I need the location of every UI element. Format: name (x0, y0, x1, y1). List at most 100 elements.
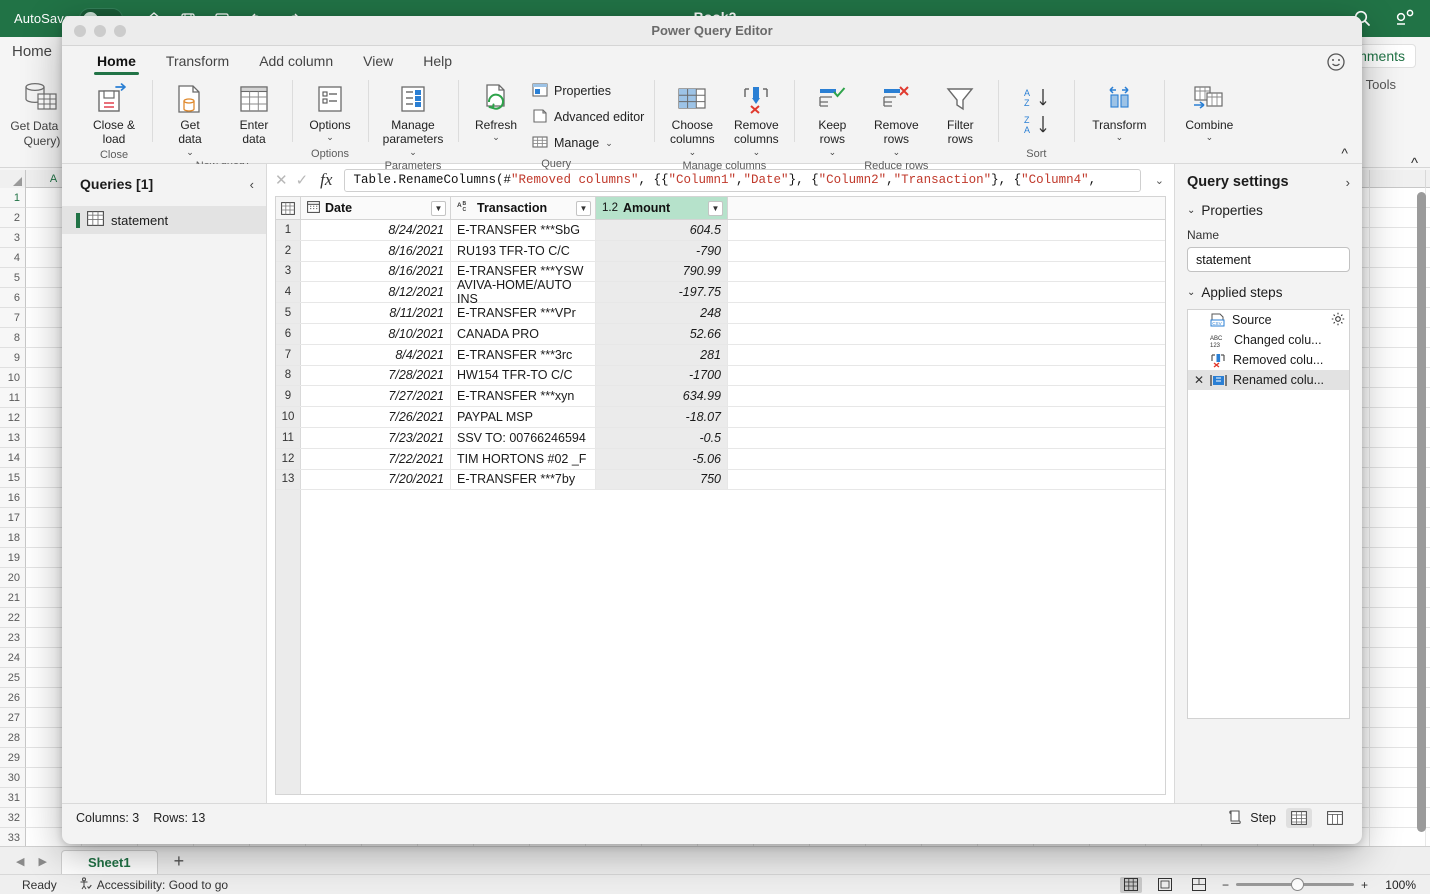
excel-row-header[interactable]: 14 (0, 448, 26, 468)
applied-step-2[interactable]: ABC 123 Changed colu... (1188, 330, 1349, 350)
status-accessibility[interactable]: Accessibility: Good to go (79, 876, 228, 893)
row-index[interactable]: 12 (276, 448, 301, 469)
excel-row-header[interactable]: 4 (0, 248, 26, 268)
chevron-down-icon[interactable]: ⌄ (605, 138, 613, 149)
options-button[interactable]: Options ⌄ (298, 76, 362, 143)
query-name-input[interactable]: statement (1187, 247, 1350, 272)
excel-row-header[interactable]: 29 (0, 748, 26, 768)
pq-ribbon-collapse-icon[interactable]: ^ (1341, 145, 1348, 161)
row-index[interactable]: 13 (276, 469, 301, 490)
excel-row-header[interactable]: 23 (0, 628, 26, 648)
manage-parameters-button[interactable]: Manage parameters ⌄ (374, 76, 452, 158)
transform-button[interactable]: Transform ⌄ (1080, 76, 1158, 143)
pq-tab-home[interactable]: Home (84, 50, 149, 75)
pq-tab-view[interactable]: View (350, 50, 406, 73)
chevron-left-icon[interactable]: ‹ (250, 177, 254, 192)
zoom-percentage[interactable]: 100% (1380, 878, 1416, 892)
manage-button[interactable]: Manage ⌄ (528, 130, 648, 156)
chevron-down-icon[interactable]: ⌄ (753, 147, 761, 158)
close-and-load-button[interactable]: Close & load (82, 76, 146, 147)
pq-tab-help[interactable]: Help (410, 50, 465, 73)
zoom-track[interactable] (1235, 878, 1354, 891)
column-filter-dropdown-transaction[interactable]: ▼ (576, 200, 591, 216)
row-index[interactable]: 11 (276, 427, 301, 448)
excel-row-header[interactable]: 32 (0, 808, 26, 828)
table-row[interactable]: 3 8/16/2021 E-TRANSFER ***YSW 790.99 (276, 261, 1165, 283)
feedback-smiley-icon[interactable] (1326, 52, 1346, 72)
row-index[interactable]: 2 (276, 240, 301, 261)
properties-button[interactable]: Properties (528, 78, 648, 104)
excel-row-header[interactable]: 10 (0, 368, 26, 388)
zoom-knob[interactable] (1290, 878, 1304, 891)
excel-row-header[interactable]: 31 (0, 788, 26, 808)
excel-row-header[interactable]: 30 (0, 768, 26, 788)
excel-row-header[interactable]: 22 (0, 608, 26, 628)
excel-row-header[interactable]: 9 (0, 348, 26, 368)
chevron-down-icon[interactable]: ⌄ (186, 147, 194, 158)
applied-step-1[interactable]: CSV Source (1188, 310, 1349, 330)
cancel-icon[interactable]: ✕ (275, 171, 288, 189)
table-row[interactable]: 12 7/22/2021 TIM HORTONS #02 _F -5.06 (276, 448, 1165, 470)
row-index[interactable]: 7 (276, 344, 301, 365)
excel-row-header[interactable]: 18 (0, 528, 26, 548)
pq-tab-transform[interactable]: Transform (153, 50, 242, 73)
query-item-statement[interactable]: statement (62, 206, 266, 234)
enter-data-button[interactable]: Enter data (222, 76, 286, 147)
excel-row-header[interactable]: 15 (0, 468, 26, 488)
chevron-down-icon[interactable]: ⌄ (1116, 132, 1124, 143)
chevron-down-icon[interactable]: ⌄ (1187, 205, 1195, 216)
sheet-nav-arrows[interactable]: ◀ ▶ (0, 855, 61, 874)
choose-columns-button[interactable]: Choose columns ⌄ (660, 76, 724, 158)
filter-rows-button[interactable]: Filter rows (928, 76, 992, 147)
table-row[interactable]: 6 8/10/2021 CANADA PRO 52.66 (276, 323, 1165, 345)
excel-row-header[interactable]: 33 (0, 828, 26, 848)
row-index[interactable]: 1 (276, 220, 301, 240)
excel-row-header[interactable]: 26 (0, 688, 26, 708)
excel-row-header[interactable]: 8 (0, 328, 26, 348)
chevron-down-icon[interactable]: ⌄ (893, 147, 901, 158)
row-index[interactable]: 6 (276, 323, 301, 344)
next-sheet-icon[interactable]: ▶ (38, 855, 46, 868)
sort-buttons[interactable]: A Z Z A (1004, 82, 1068, 141)
pq-tab-add-column[interactable]: Add column (246, 50, 346, 73)
properties-section-header[interactable]: ⌄ Properties (1187, 203, 1350, 218)
excel-row-header[interactable]: 16 (0, 488, 26, 508)
sheet-tab-sheet1[interactable]: Sheet1 (60, 850, 158, 874)
advanced-editor-button[interactable]: Advanced editor (528, 104, 648, 130)
keep-rows-button[interactable]: Keep rows ⌄ (800, 76, 864, 158)
chevron-down-icon[interactable]: ⌄ (1149, 174, 1164, 187)
excel-row-header[interactable]: 3 (0, 228, 26, 248)
row-index[interactable]: 9 (276, 386, 301, 407)
table-row[interactable]: 2 8/16/2021 RU193 TFR-TO C/C -790 (276, 240, 1165, 262)
delete-step-icon[interactable]: ✕ (1193, 373, 1205, 387)
excel-tab-home[interactable]: Home (12, 43, 52, 60)
excel-row-header[interactable]: 19 (0, 548, 26, 568)
select-all-corner[interactable] (0, 170, 26, 188)
add-sheet-button[interactable]: + (158, 851, 201, 874)
table-row[interactable]: 7 8/4/2021 E-TRANSFER ***3rc 281 (276, 344, 1165, 366)
applied-step-4[interactable]: ✕ Renamed colu... (1188, 370, 1349, 390)
excel-row-header[interactable]: 21 (0, 588, 26, 608)
excel-row-header[interactable]: 11 (0, 388, 26, 408)
schema-view-icon[interactable] (1322, 808, 1348, 828)
chevron-down-icon[interactable]: ⌄ (829, 147, 837, 158)
applied-step-3[interactable]: Removed colu... (1188, 350, 1349, 370)
table-view-icon[interactable] (1286, 808, 1312, 828)
chevron-down-icon[interactable]: ⌄ (492, 132, 500, 143)
excel-row-header[interactable]: 13 (0, 428, 26, 448)
column-header-transaction[interactable]: ABC Transaction ▼ (451, 197, 596, 219)
row-index[interactable]: 8 (276, 365, 301, 386)
excel-row-header[interactable]: 20 (0, 568, 26, 588)
chevron-right-icon[interactable]: › (1346, 175, 1350, 190)
excel-row-header[interactable]: 1 (0, 188, 26, 208)
page-break-view-icon[interactable] (1188, 877, 1210, 893)
row-index[interactable]: 5 (276, 303, 301, 323)
applied-steps-section-header[interactable]: ⌄ Applied steps (1187, 285, 1350, 300)
excel-cell[interactable] (1370, 828, 1426, 848)
excel-row-header[interactable]: 24 (0, 648, 26, 668)
table-row[interactable]: 8 7/28/2021 HW154 TFR-TO C/C -1700 (276, 365, 1165, 387)
chevron-down-icon[interactable]: ⌄ (689, 147, 697, 158)
table-row[interactable]: 4 8/12/2021 AVIVA-HOME/AUTO INS -197.75 (276, 278, 1165, 306)
row-index[interactable]: 4 (276, 282, 301, 303)
share-presence-icon[interactable] (1394, 8, 1416, 33)
